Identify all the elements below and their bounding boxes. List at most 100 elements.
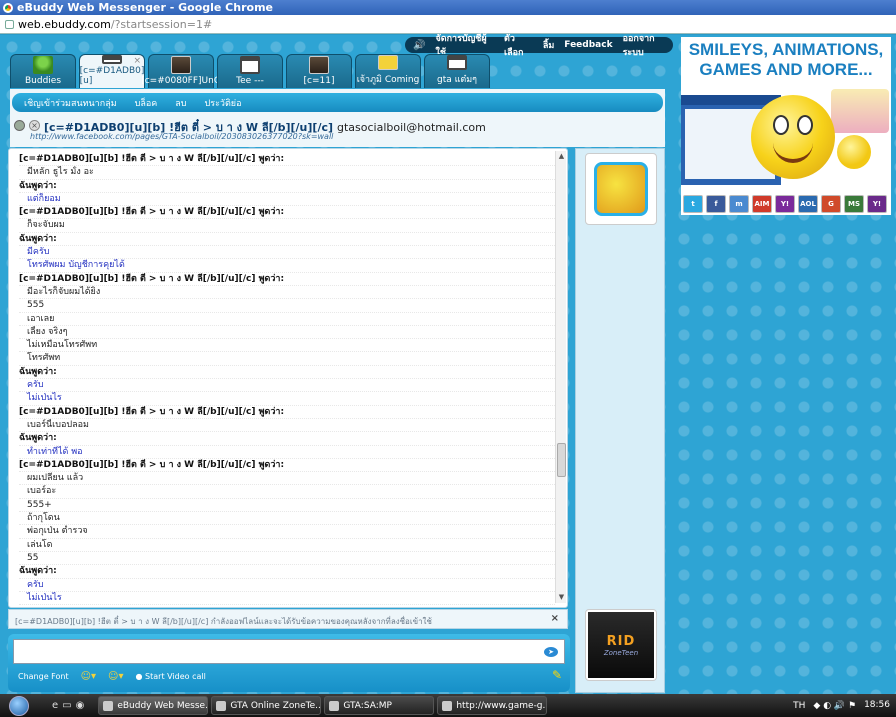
side-ad-column: RID ZoneTeen: [575, 148, 665, 693]
invite-group-button[interactable]: เชิญเข้าร่วมสนทนากลุ่ม: [24, 96, 117, 110]
delete-button[interactable]: ลบ: [175, 96, 186, 110]
smiley-eye-right: [797, 115, 813, 135]
language-indicator[interactable]: TH: [793, 701, 805, 711]
message-list: [c=#D1ADB0][u][b] !ฮีต ตี๋ > บ า ง W ลี[…: [9, 149, 555, 607]
chrome-quick-icon[interactable]: ◉: [76, 700, 85, 711]
change-font-button[interactable]: Change Font: [18, 672, 69, 681]
message-scrollbar[interactable]: ▲ ▼: [555, 151, 566, 603]
message-sender: [c=#D1ADB0][u][b] !ฮีต ตี๋ > บ า ง W ลี[…: [19, 459, 555, 473]
offline-status-bar: [c=#D1ADB0][u][b] !ฮีต ตี๋ > บ า ง W ลี[…: [8, 609, 568, 629]
message-text: ไม่เหมือนโทรศัพท: [19, 339, 555, 353]
message-text: 55: [19, 552, 555, 566]
send-icon[interactable]: ➤: [544, 647, 558, 657]
tab-2[interactable]: [c=#0080FF]UnG: [141, 54, 221, 88]
system-tray: TH ◆ ◐ 🔊 ⚑ 18:56: [793, 694, 890, 717]
taskbar-button-0[interactable]: eBuddy Web Messe...: [98, 696, 209, 715]
menu-options[interactable]: ตัวเลือก: [504, 31, 533, 59]
tab-5[interactable]: เจ้าภูมิ Coming: [355, 54, 421, 88]
top-menu: 🔊 จัดการบัญชีผู้ใช้ ตัวเลือก ลิ้ม Feedba…: [405, 34, 673, 58]
contact-status-icon: [14, 120, 25, 131]
message-sender: [c=#D1ADB0][u][b] !ฮีต ตี๋ > บ า ง W ลี[…: [19, 153, 555, 167]
taskbar-button-2[interactable]: GTA:SA:MP: [324, 696, 435, 715]
menu-logout[interactable]: ออกจากระบบ: [623, 31, 673, 59]
menu-feedback[interactable]: Feedback: [564, 40, 612, 50]
quick-launch: e ▭ ◉: [52, 700, 84, 711]
taskbar-button-3[interactable]: http://www.game-g...: [437, 696, 548, 715]
show-desktop-icon[interactable]: ▭: [62, 700, 71, 711]
chrome-icon: [3, 2, 13, 13]
taskbar-button-1[interactable]: GTA Online ZoneTe...: [211, 696, 322, 715]
message-sender: ฉันพูดว่า:: [19, 432, 555, 446]
app-icon: [442, 700, 453, 711]
network-icon-0: t: [683, 195, 703, 213]
tab-label: [c=11]: [303, 76, 335, 86]
taskbar-button-label: eBuddy Web Messe...: [117, 700, 209, 711]
close-tab-icon[interactable]: ×: [133, 56, 141, 66]
close-contact-icon[interactable]: ×: [29, 120, 40, 131]
tab-avatar-icon: [240, 56, 260, 74]
emoticon-icon[interactable]: ☺▾: [81, 671, 96, 682]
chat-header-panel: เชิญเข้าร่วมสนทนากลุ่ม บล็อค ลบ ประวัติย…: [10, 89, 665, 147]
clock[interactable]: 18:56: [864, 701, 890, 710]
video-call-button[interactable]: ● Start Video call: [136, 672, 206, 681]
zoneteen-logo: ZoneTeen: [603, 648, 639, 657]
tab-1[interactable]: [c=#D1ADB0][u] ×: [79, 54, 145, 88]
tab-label: เจ้าภูมิ Coming: [356, 75, 420, 85]
network-icon-5: AOL: [798, 195, 818, 213]
nudge-icon[interactable]: ✎: [552, 668, 562, 682]
rid-logo: RID: [606, 633, 636, 649]
big-smiley-icon: [751, 95, 835, 179]
taskbar-button-label: http://www.game-g...: [456, 700, 548, 711]
tab-0[interactable]: Buddies: [10, 54, 76, 88]
tab-avatar-icon: [171, 56, 191, 74]
video-call-label: Start Video call: [145, 672, 206, 681]
ad-mini-smileys: [831, 89, 889, 133]
compose-panel: ➤ Change Font ☺▾ ☺▾ ● Start Video call ✎: [8, 634, 570, 692]
network-icon-2: m: [729, 195, 749, 213]
message-text: เล่นโด: [19, 539, 555, 552]
start-button[interactable]: [0, 694, 38, 717]
message-sender: [c=#D1ADB0][u][b] !ฮีต ตี๋ > บ า ง W ลี[…: [19, 206, 555, 220]
message-text: เลี้ยง จริงๆ: [19, 326, 555, 340]
wink-icon[interactable]: ☺▾: [108, 671, 123, 682]
network-icon-4: Y!: [775, 195, 795, 213]
tab-label: [c=#D1ADB0][u]: [79, 66, 145, 86]
tab-3[interactable]: Tee ---: [217, 54, 283, 88]
tab-avatar-icon: [102, 55, 122, 64]
speaker-icon[interactable]: 🔊: [413, 40, 425, 51]
zoneteen-ad[interactable]: RID ZoneTeen: [585, 609, 657, 681]
message-text: โทรศัพท: [19, 352, 555, 366]
block-button[interactable]: บล็อค: [135, 96, 158, 110]
suck-ad-image: [594, 162, 648, 216]
network-icon-7: MS: [844, 195, 864, 213]
smileys-ad-banner[interactable]: SMILEYS, ANIMATIONS, GAMES AND MORE... t…: [681, 37, 891, 215]
message-text: มีครับ: [19, 246, 555, 260]
network-icon-3: AIM: [752, 195, 772, 213]
tab-4[interactable]: [c=11]: [286, 54, 352, 88]
page-icon: [5, 19, 14, 29]
network-icon-8: Y!: [867, 195, 887, 213]
message-sender: [c=#D1ADB0][u][b] !ฮีต ตี๋ > บ า ง W ลี[…: [19, 406, 555, 419]
message-text: ครับ: [19, 379, 555, 393]
message-text: โทรศัพผม บัญชีการคุยได้: [19, 259, 555, 273]
window-titlebar: eBuddy Web Messenger - Google Chrome: [0, 0, 896, 15]
contact-url[interactable]: http://www.facebook.com/pages/GTA-Social…: [30, 132, 333, 141]
tab-label: gta แต๋มๆ: [436, 75, 478, 85]
contact-info: × [c=#D1ADB0][u][b] !ฮีต ตี๋ > บ า ง W ล…: [14, 117, 654, 145]
ie-icon[interactable]: e: [52, 700, 58, 711]
profile-button[interactable]: ประวัติย่อ: [205, 96, 242, 110]
tab-6[interactable]: gta แต๋มๆ: [424, 54, 490, 88]
scroll-up-icon[interactable]: ▲: [556, 151, 567, 162]
windows-orb-icon: [9, 695, 29, 716]
network-icon-6: G: [821, 195, 841, 213]
scroll-thumb[interactable]: [557, 443, 566, 477]
message-text: ครับ: [19, 579, 555, 592]
close-status-button[interactable]: ×: [551, 613, 559, 624]
tray-icons[interactable]: ◆ ◐ 🔊 ⚑: [813, 701, 856, 711]
app-icon: [329, 700, 340, 711]
scroll-down-icon[interactable]: ▼: [556, 592, 567, 603]
suck-ad[interactable]: [585, 153, 657, 225]
menu-skin[interactable]: ลิ้ม: [543, 38, 554, 52]
message-input[interactable]: [13, 639, 565, 664]
contact-email: gtasocialboil@hotmail.com: [337, 121, 486, 134]
